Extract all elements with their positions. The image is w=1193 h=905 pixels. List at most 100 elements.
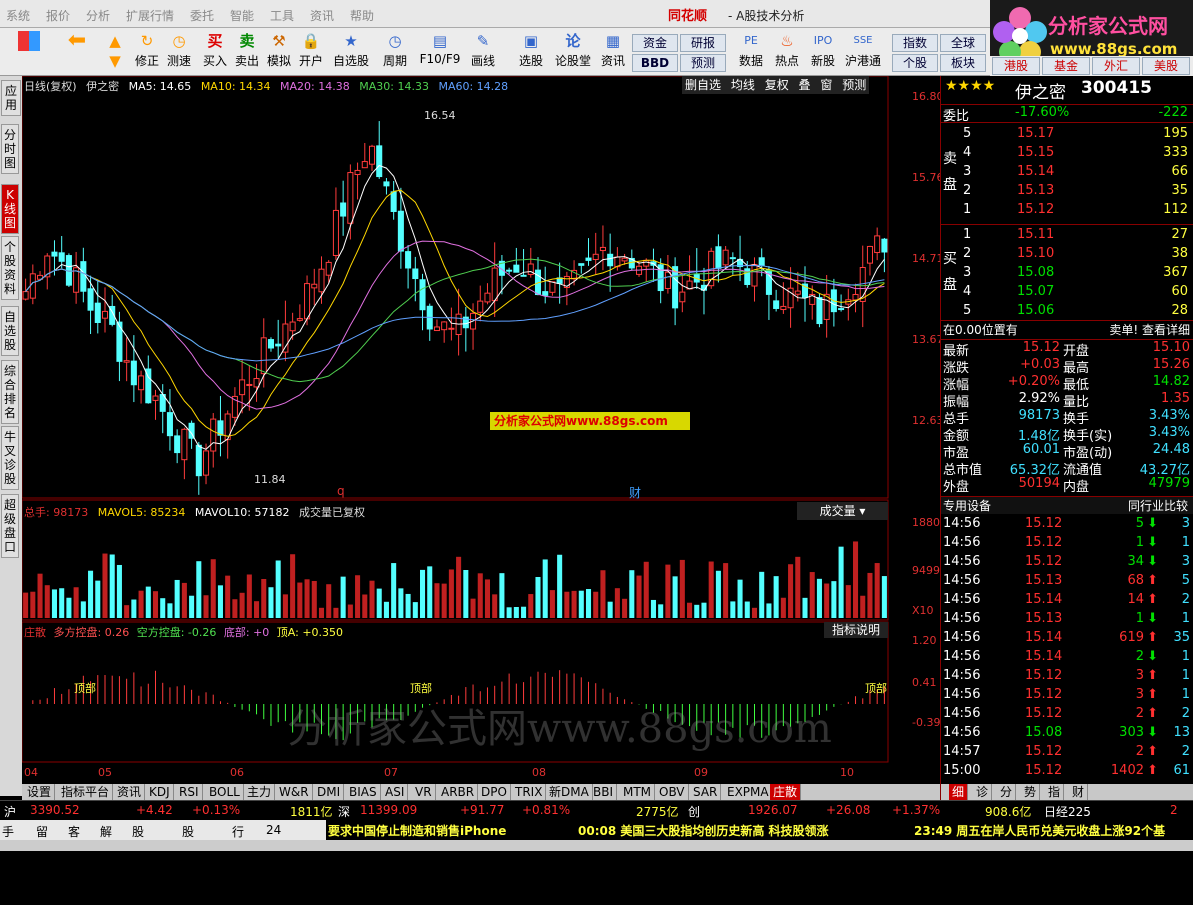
forecast-button[interactable]: 预测: [680, 54, 726, 72]
window-button[interactable]: 窗: [820, 78, 832, 92]
order-row[interactable]: 3 15.08 367: [941, 265, 1193, 284]
tab-app[interactable]: 应用: [1, 80, 21, 116]
forecast-chart-button[interactable]: 预测: [842, 78, 866, 92]
hotspot-button[interactable]: ♨ 热点: [770, 31, 804, 73]
menu-help[interactable]: 帮助: [350, 7, 374, 24]
order-row[interactable]: 3 15.14 66: [941, 164, 1193, 183]
menu-order[interactable]: 委托: [190, 7, 214, 24]
watchlist-button[interactable]: ★ 自选股: [330, 31, 372, 73]
tab-kline[interactable]: K线图: [1, 184, 19, 234]
period-label[interactable]: 日线(复权): [24, 80, 77, 93]
layout-button[interactable]: [12, 31, 46, 73]
quote-tab[interactable]: 势: [1021, 784, 1041, 800]
indicator-tab[interactable]: 设置: [24, 784, 56, 800]
indicator-tab[interactable]: RSI: [176, 784, 203, 800]
index-button[interactable]: 指数: [892, 34, 938, 52]
indicator-tab[interactable]: 主力: [244, 784, 276, 800]
indicator-tab[interactable]: SAR: [690, 784, 722, 800]
indicator-tab[interactable]: BOLL: [206, 784, 244, 800]
news-item[interactable]: 23:49 周五在岸人民币兑美元收盘上涨92个基: [914, 822, 1165, 839]
indicator-tab[interactable]: VR: [412, 784, 436, 800]
stock-button[interactable]: 个股: [892, 54, 938, 72]
fund-button[interactable]: 资金: [632, 34, 678, 52]
order-row[interactable]: 4 15.15 333: [941, 145, 1193, 164]
research-button[interactable]: 研报: [680, 34, 726, 52]
global-button[interactable]: 全球: [940, 34, 986, 52]
data-button[interactable]: PE 数据: [734, 31, 768, 73]
up-down-button[interactable]: ▲ ▼: [98, 31, 132, 73]
order-row[interactable]: 2 15.10 38: [941, 246, 1193, 265]
sector-button[interactable]: 板块: [940, 54, 986, 72]
quote-tab[interactable]: 诊: [973, 784, 993, 800]
indicator-tab[interactable]: 资讯: [114, 784, 146, 800]
indicator-tab[interactable]: DPO: [478, 784, 511, 800]
bbd-button[interactable]: BBD: [632, 54, 678, 72]
order-row[interactable]: 4 15.07 60: [941, 284, 1193, 303]
tab-level2[interactable]: 超级盘口: [1, 494, 19, 558]
indicator-tab[interactable]: BBI: [590, 784, 618, 800]
f10-button[interactable]: ▤ F10/F9: [418, 31, 462, 73]
tab-profile[interactable]: 个股资料: [1, 236, 19, 300]
menu-news[interactable]: 资讯: [310, 7, 334, 24]
market-us[interactable]: 美股: [1142, 57, 1190, 75]
peer-compare-tab[interactable]: 同行业比较: [1128, 497, 1188, 514]
ind-name[interactable]: 庄散: [24, 626, 46, 639]
tab-watchlist[interactable]: 自选股: [1, 306, 19, 356]
tick-list[interactable]: 14:56 15.12 5 ⬇ 3 14:56 15.12 1 ⬇ 1 14:56 15.12 34 ⬇ 3…: [941, 516, 1193, 784]
indicator-tab[interactable]: 新DMA: [546, 784, 593, 800]
kline-chart[interactable]: 日线(复权) 伊之密 MA5: 14.65 MA10: 14.34 MA20: …: [22, 76, 947, 784]
remove-watch-button[interactable]: 删自选: [685, 78, 721, 92]
menu-tools[interactable]: 工具: [270, 7, 294, 24]
order-row[interactable]: 2 15.13 35: [941, 183, 1193, 202]
tab-ranking[interactable]: 综合排名: [1, 360, 19, 424]
menu-ext-quote[interactable]: 扩展行情: [126, 7, 174, 24]
status-link[interactable]: 24小时滚动: [266, 823, 281, 905]
quote-tab[interactable]: 财: [1069, 784, 1089, 800]
simulate-button[interactable]: ⚒ 模拟: [262, 31, 296, 73]
forum-button[interactable]: 论论股堂: [552, 31, 594, 73]
news-item[interactable]: 要求中国停止制造和销售iPhone: [328, 822, 506, 839]
market-fund[interactable]: 基金: [1042, 57, 1090, 75]
status-link[interactable]: 股市日记: [132, 823, 144, 891]
order-row[interactable]: 5 15.17 195: [941, 126, 1193, 145]
indicator-tab[interactable]: 指标平台: [58, 784, 114, 800]
quote-tab[interactable]: 指: [1045, 784, 1065, 800]
period-button[interactable]: ◷ 周期: [378, 31, 412, 73]
open-account-button[interactable]: 🔒 开户: [294, 31, 328, 73]
menu-system[interactable]: 系统: [6, 7, 30, 24]
ma-button[interactable]: 均线: [731, 78, 755, 92]
indicator-tab[interactable]: EXPMA: [724, 784, 773, 800]
news-button[interactable]: ▦ 资讯: [596, 31, 630, 73]
industry-tab[interactable]: 专用设备: [943, 497, 991, 514]
stock-picker-button[interactable]: ▣ 选股: [514, 31, 548, 73]
indicator-tab[interactable]: DMI: [314, 784, 345, 800]
sell-button[interactable]: 卖卖出: [230, 31, 264, 73]
adjust-button[interactable]: 复权: [765, 78, 789, 92]
volume-selector[interactable]: 成交量 ▾: [797, 502, 888, 520]
overlay-button[interactable]: 叠: [799, 78, 811, 92]
position-note[interactable]: 在0.00位置有 卖单! 查看详细: [941, 320, 1193, 338]
draw-line-button[interactable]: ✎ 画线: [466, 31, 500, 73]
quote-tab[interactable]: 细: [949, 784, 969, 800]
menu-quote[interactable]: 报价: [46, 7, 70, 24]
tab-intraday[interactable]: 分时图: [1, 124, 19, 174]
order-row[interactable]: 1 15.11 27: [941, 227, 1193, 246]
indicator-tab[interactable]: TRIX: [512, 784, 547, 800]
menu-smart[interactable]: 智能: [230, 7, 254, 24]
back-button[interactable]: ⬅: [60, 30, 94, 73]
hk-connect-button[interactable]: SSE 沪港通: [842, 31, 884, 73]
order-row[interactable]: 1 15.12 112: [941, 202, 1193, 221]
market-fx[interactable]: 外汇: [1092, 57, 1140, 75]
indicator-tab[interactable]: ASI: [382, 784, 409, 800]
news-item[interactable]: 00:08 美国三大股指均创历史新高 科技股领涨: [578, 822, 829, 839]
quote-tab[interactable]: 分: [997, 784, 1017, 800]
ipo-button[interactable]: IPO 新股: [806, 31, 840, 73]
indicator-tab[interactable]: W&R: [276, 784, 313, 800]
fix-button[interactable]: ↻ 修正: [130, 31, 164, 73]
indicator-tab[interactable]: BIAS: [346, 784, 381, 800]
indicator-tab[interactable]: OBV: [656, 784, 689, 800]
indicator-tab[interactable]: 庄散: [770, 784, 802, 800]
indicator-tab[interactable]: MTM: [620, 784, 656, 800]
indicator-tab[interactable]: KDJ: [146, 784, 174, 800]
indicator-help-button[interactable]: 指标说明: [824, 622, 888, 638]
